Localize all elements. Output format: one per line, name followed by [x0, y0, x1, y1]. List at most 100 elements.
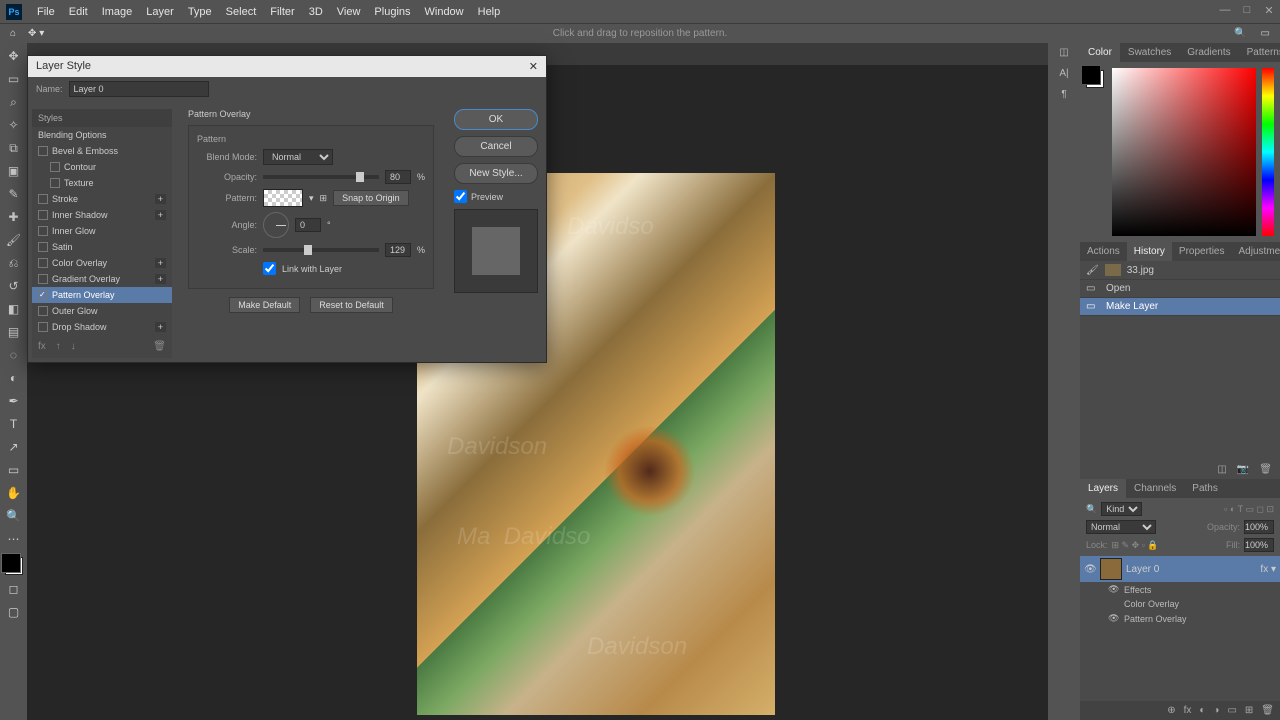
- minimize-icon[interactable]: —: [1218, 4, 1232, 17]
- fx-icon[interactable]: fx: [38, 341, 46, 352]
- home-icon[interactable]: ⌂: [10, 28, 16, 39]
- style-contour[interactable]: Contour: [32, 159, 172, 175]
- scale-slider[interactable]: [263, 248, 379, 252]
- tab-patterns[interactable]: Patterns: [1239, 43, 1280, 62]
- color-swatch[interactable]: [5, 557, 23, 575]
- delete-layer-icon[interactable]: 🗑: [1261, 705, 1274, 716]
- brush-tool[interactable]: 🖌: [5, 231, 23, 249]
- layer-row[interactable]: 👁 Layer 0 fx ▾: [1080, 556, 1280, 582]
- maximize-icon[interactable]: □: [1240, 4, 1254, 17]
- menu-view[interactable]: View: [330, 6, 368, 18]
- reset-default-button[interactable]: Reset to Default: [310, 297, 393, 313]
- menu-image[interactable]: Image: [95, 6, 140, 18]
- effects-row[interactable]: 👁Effects: [1080, 582, 1280, 597]
- cancel-button[interactable]: Cancel: [454, 136, 538, 157]
- frame-tool[interactable]: ▣: [5, 162, 23, 180]
- eyedropper-tool[interactable]: ✎: [5, 185, 23, 203]
- shape-tool[interactable]: ▭: [5, 461, 23, 479]
- edit-toolbar[interactable]: ⋯: [5, 530, 23, 548]
- dodge-tool[interactable]: ◐: [5, 369, 23, 387]
- style-gradient-overlay[interactable]: Gradient Overlay+: [32, 271, 172, 287]
- style-outer-glow[interactable]: Outer Glow: [32, 303, 172, 319]
- new-style-button[interactable]: New Style...: [454, 163, 538, 184]
- style-inner-glow[interactable]: Inner Glow: [32, 223, 172, 239]
- pattern-dropdown-icon[interactable]: ▾: [309, 193, 314, 204]
- menu-layer[interactable]: Layer: [139, 6, 181, 18]
- layer-kind-select[interactable]: Kind: [1101, 502, 1142, 516]
- fill-input[interactable]: [1244, 538, 1274, 552]
- menu-window[interactable]: Window: [418, 6, 471, 18]
- angle-input[interactable]: [295, 218, 321, 232]
- style-inner-shadow[interactable]: Inner Shadow+: [32, 207, 172, 223]
- history-item[interactable]: ▭Make Layer: [1080, 298, 1280, 316]
- mask-icon[interactable]: ◐: [1199, 705, 1205, 716]
- tab-channels[interactable]: Channels: [1126, 479, 1184, 498]
- heal-tool[interactable]: ✚: [5, 208, 23, 226]
- close-dialog-icon[interactable]: ✕: [529, 60, 538, 73]
- ok-button[interactable]: OK: [454, 109, 538, 130]
- down-icon[interactable]: ↓: [71, 341, 76, 352]
- pattern-swatch[interactable]: [263, 189, 303, 207]
- opacity-input[interactable]: [1244, 520, 1274, 534]
- style-pattern-overlay[interactable]: Pattern Overlay: [32, 287, 172, 303]
- adjustment-icon[interactable]: ◑: [1213, 705, 1219, 716]
- scale-input[interactable]: [385, 243, 411, 257]
- camera-icon[interactable]: 📷: [1237, 464, 1249, 475]
- tab-paths[interactable]: Paths: [1184, 479, 1226, 498]
- add-effect-icon[interactable]: +: [155, 274, 166, 284]
- quickmask-tool[interactable]: ◻: [5, 580, 23, 598]
- style-drop-shadow[interactable]: Drop Shadow+: [32, 319, 172, 335]
- history-doc-row[interactable]: 🖌 33.jpg: [1080, 261, 1280, 280]
- layer-name-input[interactable]: [69, 81, 209, 97]
- group-icon[interactable]: ▭: [1227, 705, 1236, 716]
- blur-tool[interactable]: ◌: [5, 346, 23, 364]
- tab-swatches[interactable]: Swatches: [1120, 43, 1179, 62]
- tab-actions[interactable]: Actions: [1080, 242, 1127, 261]
- marquee-tool[interactable]: ▭: [5, 70, 23, 88]
- menu-help[interactable]: Help: [471, 6, 508, 18]
- pen-tool[interactable]: ✒: [5, 392, 23, 410]
- hue-slider[interactable]: [1262, 68, 1274, 236]
- para-icon[interactable]: ¶: [1061, 89, 1066, 100]
- hand-tool[interactable]: ✋: [5, 484, 23, 502]
- preview-checkbox[interactable]: [454, 190, 467, 203]
- make-default-button[interactable]: Make Default: [229, 297, 300, 313]
- add-effect-icon[interactable]: +: [155, 210, 166, 220]
- menu-select[interactable]: Select: [219, 6, 264, 18]
- stamp-tool[interactable]: ⎌: [5, 254, 23, 272]
- zoom-tool[interactable]: 🔍: [5, 507, 23, 525]
- color-picker[interactable]: [1080, 62, 1280, 242]
- snapshot-icon[interactable]: ◫: [1217, 464, 1226, 475]
- menu-3d[interactable]: 3D: [302, 6, 330, 18]
- type-tool[interactable]: T: [5, 415, 23, 433]
- add-effect-icon[interactable]: +: [155, 258, 166, 268]
- menu-filter[interactable]: Filter: [263, 6, 301, 18]
- fg-bg-swatch[interactable]: [1086, 70, 1104, 88]
- add-effect-icon[interactable]: +: [155, 194, 166, 204]
- menu-type[interactable]: Type: [181, 6, 219, 18]
- color-field[interactable]: [1112, 68, 1256, 236]
- history-brush-tool[interactable]: ↺: [5, 277, 23, 295]
- screenmode-tool[interactable]: ▢: [5, 603, 23, 621]
- tab-gradients[interactable]: Gradients: [1179, 43, 1238, 62]
- up-icon[interactable]: ↑: [56, 341, 61, 352]
- workspace-icon[interactable]: ▭: [1261, 28, 1270, 39]
- search-icon[interactable]: 🔍: [1234, 28, 1246, 39]
- move-tool[interactable]: ✥: [5, 47, 23, 65]
- libraries-icon[interactable]: ◫: [1059, 47, 1068, 58]
- snap-origin-button[interactable]: Snap to Origin: [333, 190, 409, 206]
- blend-mode-select[interactable]: Normal: [263, 149, 333, 165]
- style-color-overlay[interactable]: Color Overlay+: [32, 255, 172, 271]
- menu-file[interactable]: File: [30, 6, 62, 18]
- style-texture[interactable]: Texture: [32, 175, 172, 191]
- blend-mode-select[interactable]: Normal: [1086, 520, 1156, 534]
- tab-adjustments[interactable]: Adjustments: [1232, 242, 1280, 261]
- lasso-tool[interactable]: ⌕: [5, 93, 23, 111]
- fx-icon[interactable]: fx: [1184, 705, 1192, 716]
- link-with-layer-checkbox[interactable]: [263, 262, 276, 275]
- opacity-input[interactable]: [385, 170, 411, 184]
- move-tool-icon[interactable]: ✥ ▾: [28, 28, 44, 39]
- style-bevel-emboss[interactable]: Bevel & Emboss: [32, 143, 172, 159]
- trash-icon[interactable]: 🗑: [1259, 464, 1272, 475]
- char-icon[interactable]: A|: [1059, 68, 1068, 79]
